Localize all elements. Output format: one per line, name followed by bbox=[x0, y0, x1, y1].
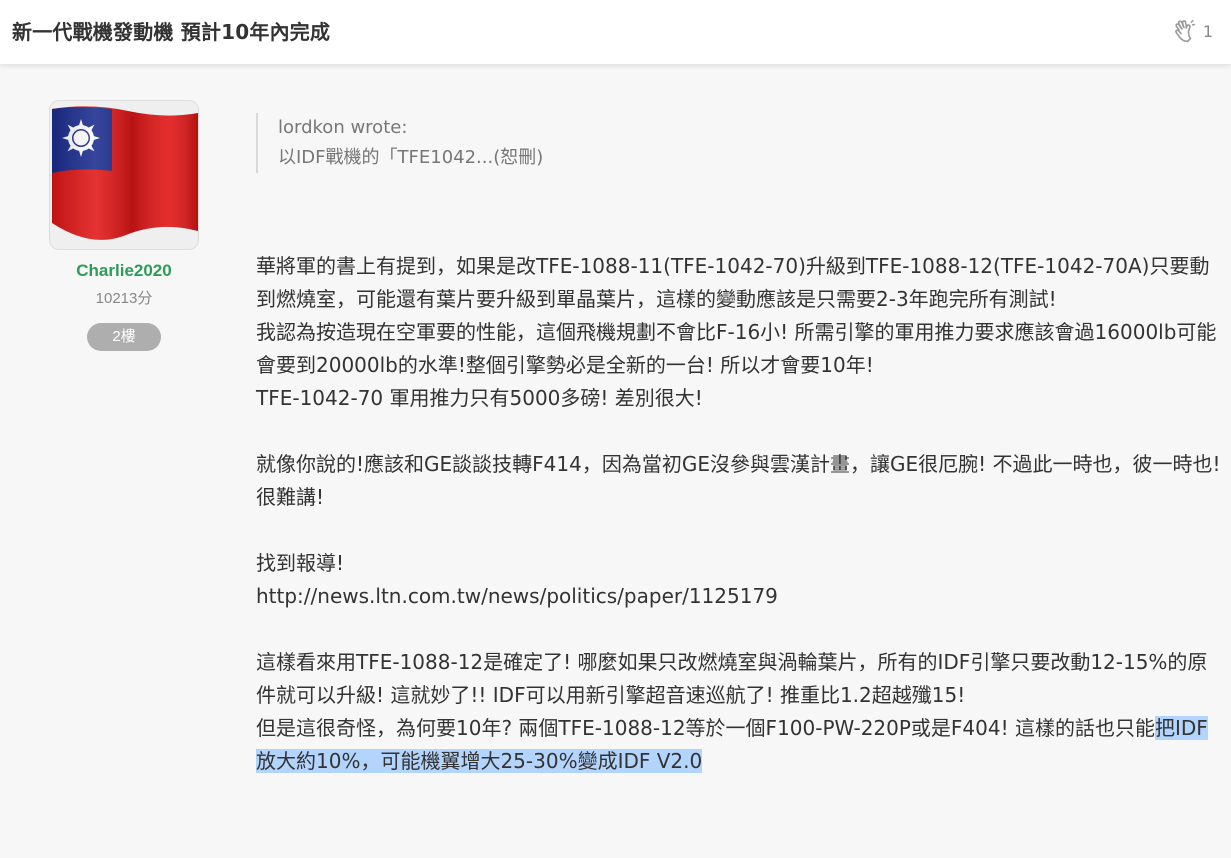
quote-block: lordkon wrote: 以IDF戰機的「TFE1042...(恕刪) bbox=[256, 113, 543, 173]
floor-badge[interactable]: 2樓 bbox=[87, 323, 161, 351]
post-paragraph: 但是這很奇怪，為何要10年? 兩個TFE-1088-12等於一個F100-PW-… bbox=[256, 712, 1224, 778]
post-text: 但是這很奇怪，為何要10年? 兩個TFE-1088-12等於一個F100-PW-… bbox=[256, 716, 1155, 740]
clap-hand-icon bbox=[1173, 19, 1195, 43]
post-paragraph: TFE-1042-70 軍用推力只有5000多磅! 差別很大! bbox=[256, 386, 703, 410]
thread-header: 新一代戰機發動機 預計10年內完成 1 bbox=[0, 0, 1231, 65]
author-name[interactable]: Charlie2020 bbox=[48, 261, 200, 281]
post-content: 華將軍的書上有提到，如果是改TFE-1088-11(TFE-1042-70)升級… bbox=[256, 250, 1224, 778]
post-paragraph: 我認為按造現在空軍要的性能，這個飛機規劃不會比F-16小! 所需引擎的軍用推力要… bbox=[256, 320, 1217, 377]
avatar[interactable] bbox=[49, 100, 199, 250]
post-paragraph: 就像你說的!應該和GE談談技轉F414，因為當初GE沒參與雲漢計畫，讓GE很厄腕… bbox=[256, 452, 1221, 509]
post-paragraph: 華將軍的書上有提到，如果是改TFE-1088-11(TFE-1042-70)升級… bbox=[256, 254, 1210, 311]
post-paragraph: 找到報導! bbox=[256, 551, 345, 575]
like-count: 1 bbox=[1202, 21, 1213, 41]
author-points: 10213分 bbox=[95, 290, 153, 307]
thread-title: 新一代戰機發動機 預計10年內完成 bbox=[12, 20, 331, 44]
quote-text: 以IDF戰機的「TFE1042...(恕刪) bbox=[278, 147, 544, 168]
like-button[interactable]: 1 bbox=[1173, 19, 1213, 43]
news-link[interactable]: http://news.ltn.com.tw/news/politics/pap… bbox=[256, 584, 778, 608]
quote-author: lordkon wrote: bbox=[278, 117, 408, 138]
author-panel: Charlie2020 10213分 2樓 bbox=[48, 100, 200, 351]
post-paragraph: 這樣看來用TFE-1088-12是確定了! 哪麼如果只改燃燒室與渦輪葉片，所有的… bbox=[256, 650, 1208, 707]
